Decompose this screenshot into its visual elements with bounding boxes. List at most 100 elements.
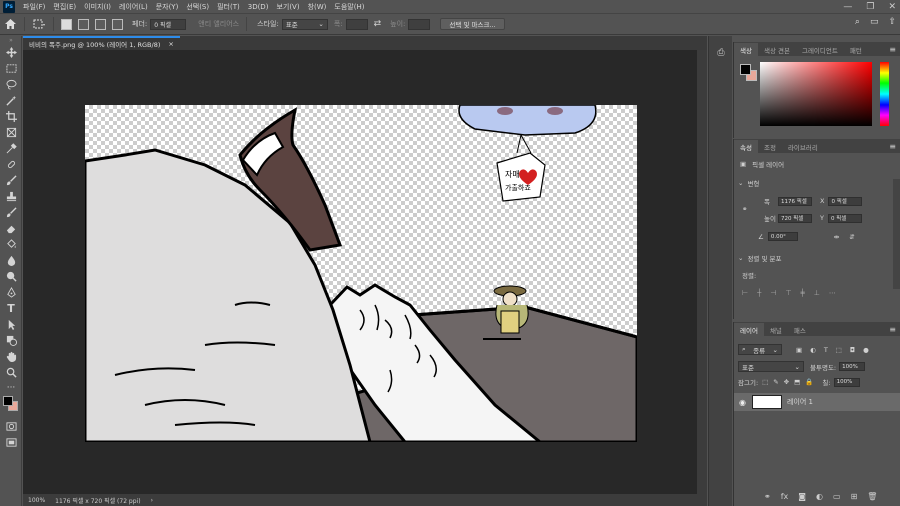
menu-file[interactable]: 파일(F) <box>19 2 49 12</box>
layer-filter-select[interactable]: ⌕ 종류 ⌄ <box>738 344 782 355</box>
toolbar-collapse-icon[interactable]: » <box>0 36 22 44</box>
align-header[interactable]: ⌄ 정렬 및 분포 <box>738 253 782 263</box>
lasso-tool-icon[interactable] <box>0 76 22 92</box>
image-canvas[interactable]: 자매 가출하죠 <box>85 105 637 442</box>
width-input[interactable] <box>345 18 368 30</box>
fill-field[interactable]: 100% <box>833 377 860 387</box>
antialias-checkbox[interactable]: 앤티 앨리어스 <box>198 19 239 29</box>
tab-paths[interactable]: 패스 <box>788 323 812 336</box>
select-and-mask-button[interactable]: 선택 및 마스크... <box>440 18 505 30</box>
visibility-eye-icon[interactable]: ◉ <box>739 398 746 407</box>
lock-icons[interactable]: ⬚✎✥⬒🔒 <box>762 378 818 386</box>
close-icon[interactable]: ✕ <box>888 2 896 12</box>
new-group-icon[interactable]: ▭ <box>833 492 841 501</box>
pen-tool-icon[interactable] <box>0 284 22 300</box>
move-tool-icon[interactable] <box>0 44 22 60</box>
angle-field[interactable]: 0.00° <box>767 232 798 241</box>
transform-header[interactable]: ⌄ 변형 <box>738 178 759 188</box>
link-layers-icon[interactable]: ⚭ <box>764 492 771 501</box>
panel-menu-icon[interactable]: ≡ <box>889 45 896 54</box>
type-tool-icon[interactable]: T <box>0 300 22 316</box>
menu-help[interactable]: 도움말(H) <box>330 2 368 12</box>
maximize-icon[interactable]: ❐ <box>866 2 874 12</box>
tab-properties[interactable]: 속성 <box>734 140 758 153</box>
width-field[interactable]: 1176 픽셀 <box>778 196 812 206</box>
distribute-icon[interactable]: ⋯ <box>829 289 836 297</box>
align-vcenter-icon[interactable]: ╪ <box>801 289 805 297</box>
flip-vertical-icon[interactable]: ⇵ <box>849 233 854 241</box>
filter-type-icons[interactable]: ▣◐T⬚◘ <box>796 346 863 354</box>
menu-window[interactable]: 창(W) <box>304 2 331 12</box>
align-top-icon[interactable]: ⊤ <box>785 289 791 297</box>
marquee-preset-icon[interactable] <box>32 17 46 31</box>
tab-gradients[interactable]: 그레이디언트 <box>796 43 844 56</box>
blur-tool-icon[interactable] <box>0 252 22 268</box>
delete-layer-icon[interactable]: 🗑 <box>867 492 877 501</box>
opacity-field[interactable]: 100% <box>839 362 866 371</box>
hue-slider[interactable] <box>880 62 889 126</box>
tab-close-icon[interactable]: × <box>168 40 173 48</box>
blend-mode-select[interactable]: 표준 ⌄ <box>738 361 804 372</box>
adjustment-layer-icon[interactable]: ◐ <box>816 492 823 501</box>
panel-menu-icon[interactable]: ≡ <box>889 325 896 334</box>
hand-tool-icon[interactable] <box>0 348 22 364</box>
menu-type[interactable]: 문자(Y) <box>152 2 183 12</box>
shape-tool-icon[interactable] <box>0 332 22 348</box>
layer-row[interactable]: ◉ 레이어 1 <box>734 393 900 411</box>
healing-brush-icon[interactable] <box>0 156 22 172</box>
align-bottom-icon[interactable]: ⊥ <box>814 289 820 297</box>
y-field[interactable]: 0 픽셀 <box>827 213 862 223</box>
zoom-tool-icon[interactable] <box>0 364 22 380</box>
color-picker-field[interactable] <box>760 62 872 126</box>
workspace-icon[interactable]: ▭ <box>870 17 879 27</box>
align-hcenter-icon[interactable]: ┼ <box>757 289 761 297</box>
layer-name[interactable]: 레이어 1 <box>787 397 813 407</box>
home-icon[interactable] <box>3 17 17 31</box>
magic-wand-icon[interactable] <box>0 92 22 108</box>
menu-view[interactable]: 보기(V) <box>272 2 303 12</box>
menu-3d[interactable]: 3D(D) <box>244 3 273 11</box>
eyedropper-icon[interactable] <box>0 140 22 156</box>
frame-tool-icon[interactable] <box>0 124 22 140</box>
tab-layers[interactable]: 레이어 <box>734 323 764 336</box>
foreground-color-swatch[interactable] <box>3 396 13 406</box>
tab-libraries[interactable]: 라이브러리 <box>782 140 824 153</box>
history-panel-icon[interactable]: ⎙ <box>709 42 733 64</box>
menu-layer[interactable]: 레이어(L) <box>115 2 152 12</box>
menu-image[interactable]: 이미지(I) <box>80 2 115 12</box>
link-icon[interactable]: ⚭ <box>742 205 747 213</box>
height-input[interactable] <box>408 18 431 30</box>
more-tools-icon[interactable]: ··· <box>0 380 22 396</box>
dodge-tool-icon[interactable] <box>0 268 22 284</box>
eraser-tool-icon[interactable] <box>0 220 22 236</box>
clone-stamp-icon[interactable] <box>0 188 22 204</box>
quick-mask-icon[interactable] <box>0 418 22 434</box>
style-select[interactable]: 표준 ⌄ <box>281 18 328 30</box>
tab-channels[interactable]: 채널 <box>764 323 788 336</box>
search-icon[interactable]: ⌕ <box>855 17 860 27</box>
document-tab[interactable]: 비비의 폭주.png @ 100% (레이어 1, RGB/8) × <box>23 36 180 50</box>
filter-toggle-icon[interactable]: ● <box>863 346 869 354</box>
new-selection-icon[interactable] <box>61 18 72 30</box>
new-layer-icon[interactable]: ⊞ <box>851 492 858 501</box>
chevron-right-icon[interactable]: › <box>146 497 158 504</box>
properties-scrollbar[interactable] <box>893 179 900 289</box>
flip-horizontal-icon[interactable]: ⇹ <box>834 233 839 241</box>
swap-icon[interactable]: ⇄ <box>374 19 382 29</box>
minimize-icon[interactable]: — <box>843 2 852 12</box>
x-field[interactable]: 0 픽셀 <box>828 196 863 206</box>
path-selection-icon[interactable] <box>0 316 22 332</box>
foreground-color-chip[interactable] <box>740 64 751 75</box>
paint-bucket-icon[interactable] <box>0 236 22 252</box>
tab-color[interactable]: 색상 <box>734 43 758 56</box>
fx-icon[interactable]: fx <box>781 492 789 501</box>
menu-filter[interactable]: 필터(T) <box>213 2 244 12</box>
intersect-selection-icon[interactable] <box>112 18 123 30</box>
tab-patterns[interactable]: 패턴 <box>844 43 868 56</box>
panel-menu-icon[interactable]: ≡ <box>889 142 896 151</box>
history-brush-icon[interactable] <box>0 204 22 220</box>
brush-tool-icon[interactable] <box>0 172 22 188</box>
marquee-tool-icon[interactable] <box>0 60 22 76</box>
screen-mode-icon[interactable] <box>0 434 22 450</box>
color-swatches[interactable] <box>0 396 22 418</box>
